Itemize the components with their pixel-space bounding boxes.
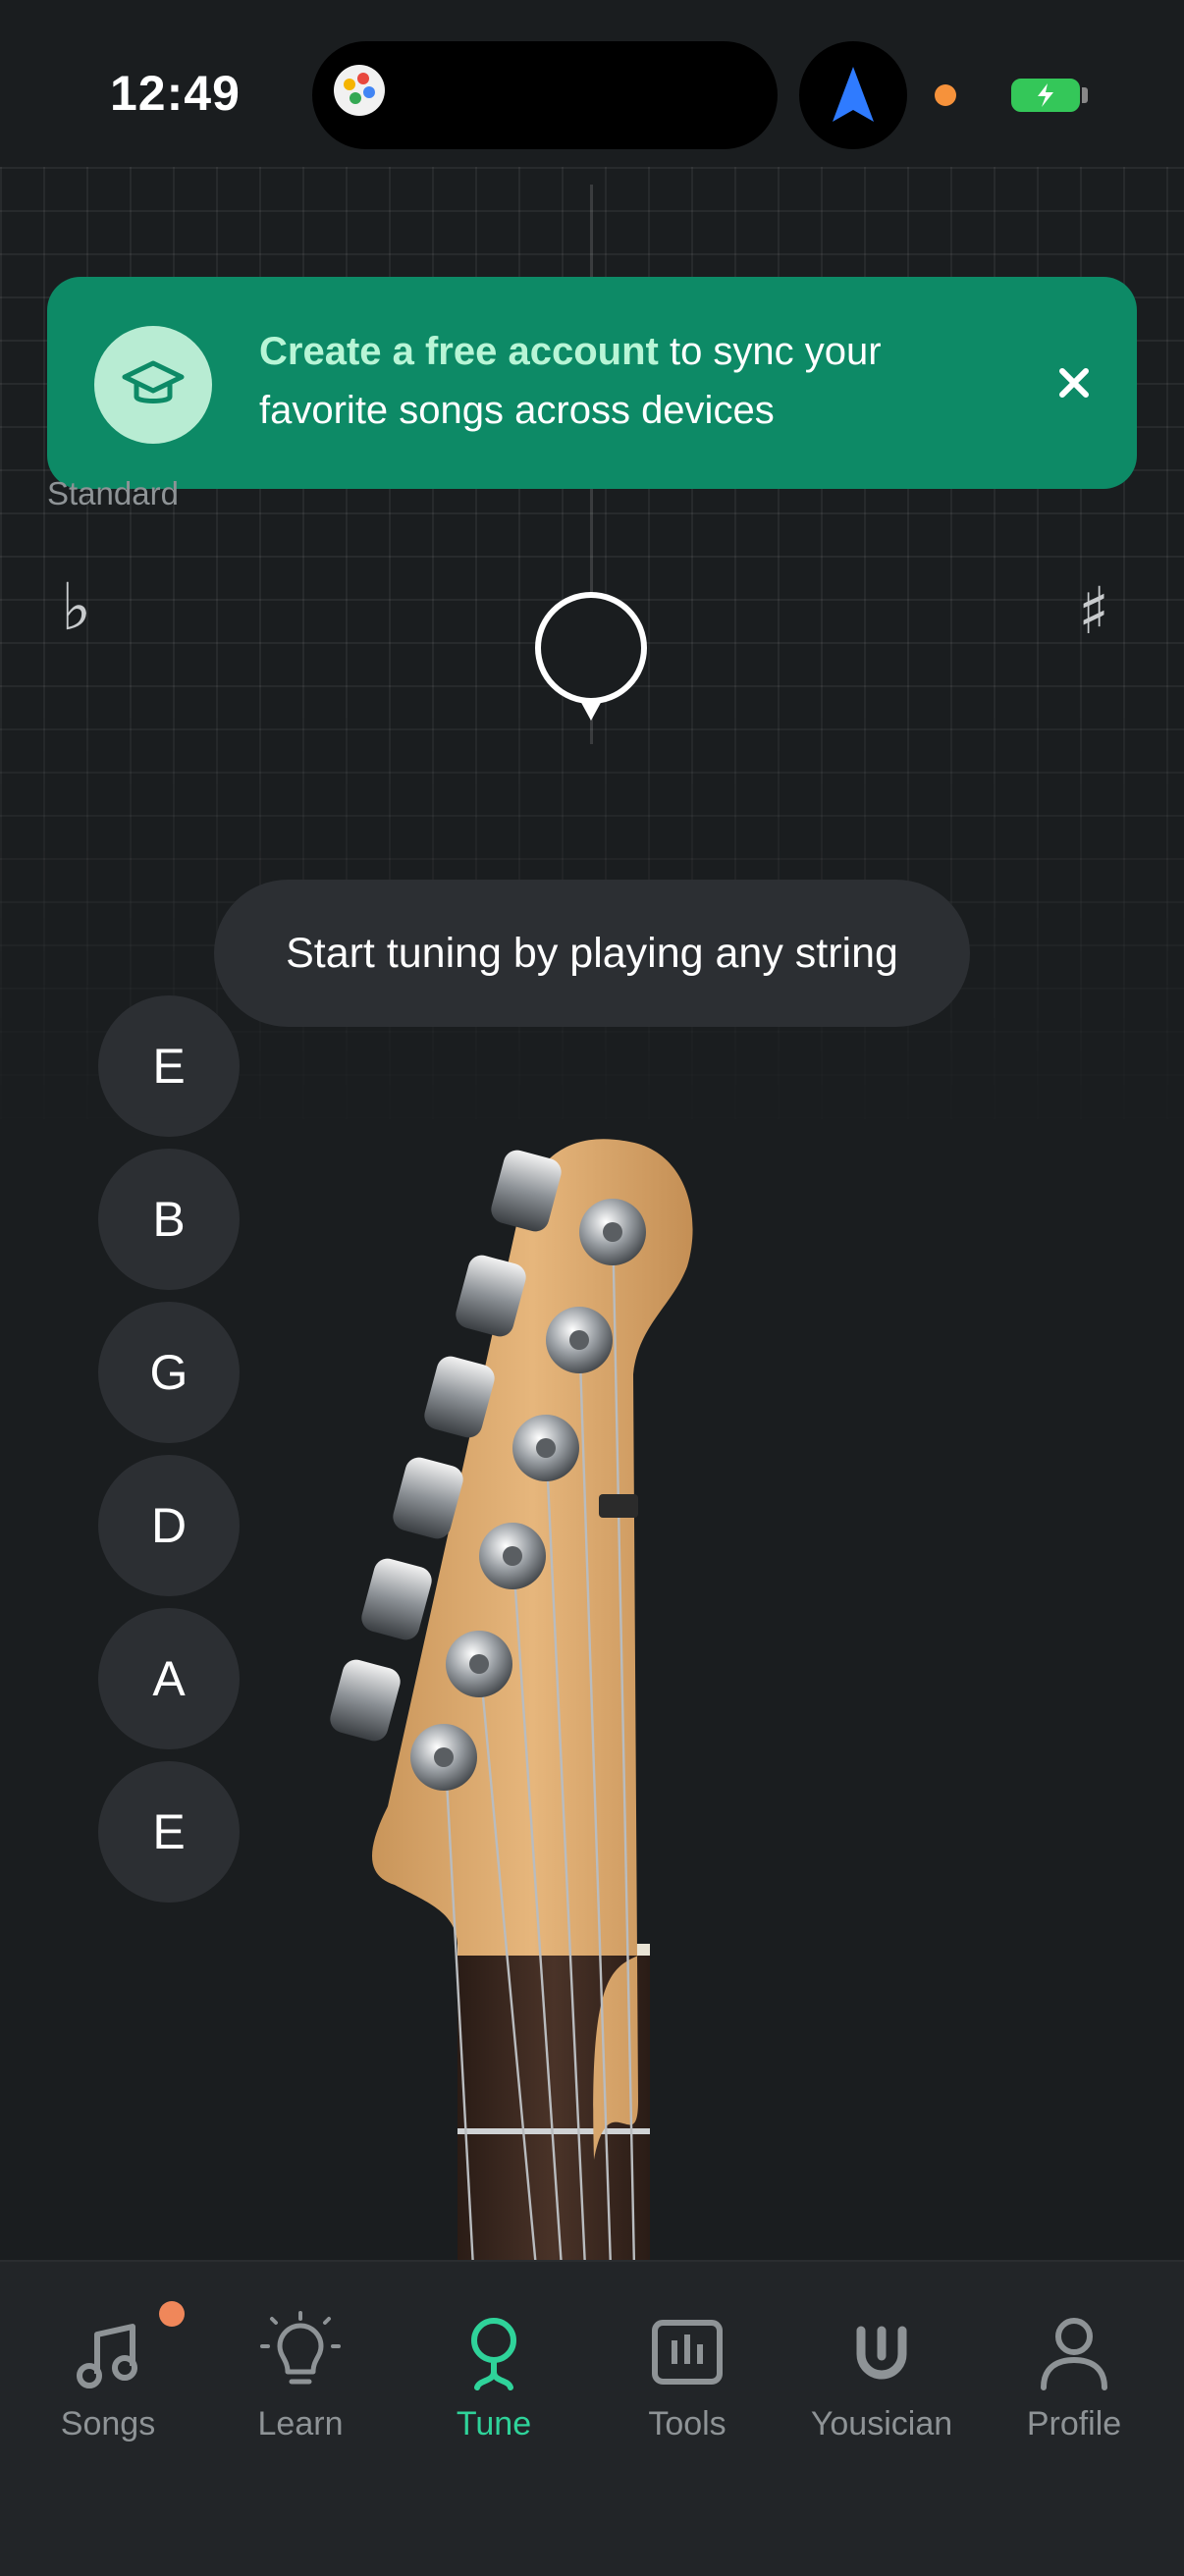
close-icon[interactable] [1047,355,1102,410]
tab-tools[interactable]: Tools [591,2262,783,2458]
string-button-a[interactable]: A [98,1608,240,1749]
tab-label: Yousician [810,2405,953,2442]
tab-label: Learn [257,2405,344,2442]
status-time: 12:49 [110,66,241,121]
battery-icon [1011,79,1080,112]
lightbulb-icon [260,2311,341,2385]
tuning-prompt: Start tuning by playing any string [214,880,970,1027]
string-button-g[interactable]: G [98,1302,240,1443]
navigation-activity [799,41,907,149]
string-button-high-e[interactable]: E [98,995,240,1137]
tab-label: Tools [648,2405,727,2442]
app-activity-icon [334,65,385,116]
banner-message: Create a free account to sync your favor… [259,330,882,432]
notification-badge [159,2301,185,2327]
tab-label: Tune [456,2405,532,2442]
tab-learn[interactable]: Learn [204,2262,397,2458]
person-icon [1041,2318,1107,2390]
account-banner[interactable]: Create a free account to sync your favor… [47,277,1137,489]
tab-label: Songs [60,2405,156,2442]
string-button-d[interactable]: D [98,1455,240,1596]
guitar-headstock-image [330,1139,693,2268]
tuner-icon [471,2318,516,2390]
tab-label: Profile [1026,2405,1122,2442]
privacy-indicator-dot [935,84,956,106]
metronome-icon [652,2320,723,2385]
battery-tip [1082,87,1088,103]
string-button-b[interactable]: B [98,1149,240,1290]
sharp-icon: ♯ [1078,573,1109,649]
string-button-low-e[interactable]: E [98,1761,240,1903]
tab-songs[interactable]: Songs [12,2262,204,2458]
flat-icon: ♭ [61,569,92,645]
tab-yousician[interactable]: Yousician [785,2262,978,2458]
music-note-icon [77,2324,137,2388]
tab-tune[interactable]: Tune [398,2262,590,2458]
graduation-cap-icon [94,326,212,444]
bottom-tab-bar: Songs Learn Tune Tools Yousician Profile [0,2260,1184,2576]
tab-profile[interactable]: Profile [978,2262,1170,2458]
yousician-logo-icon [856,2326,907,2380]
navigation-arrow-icon [833,67,874,122]
tuner-needle-indicator [535,592,647,721]
tuning-name[interactable]: Standard [47,475,179,512]
